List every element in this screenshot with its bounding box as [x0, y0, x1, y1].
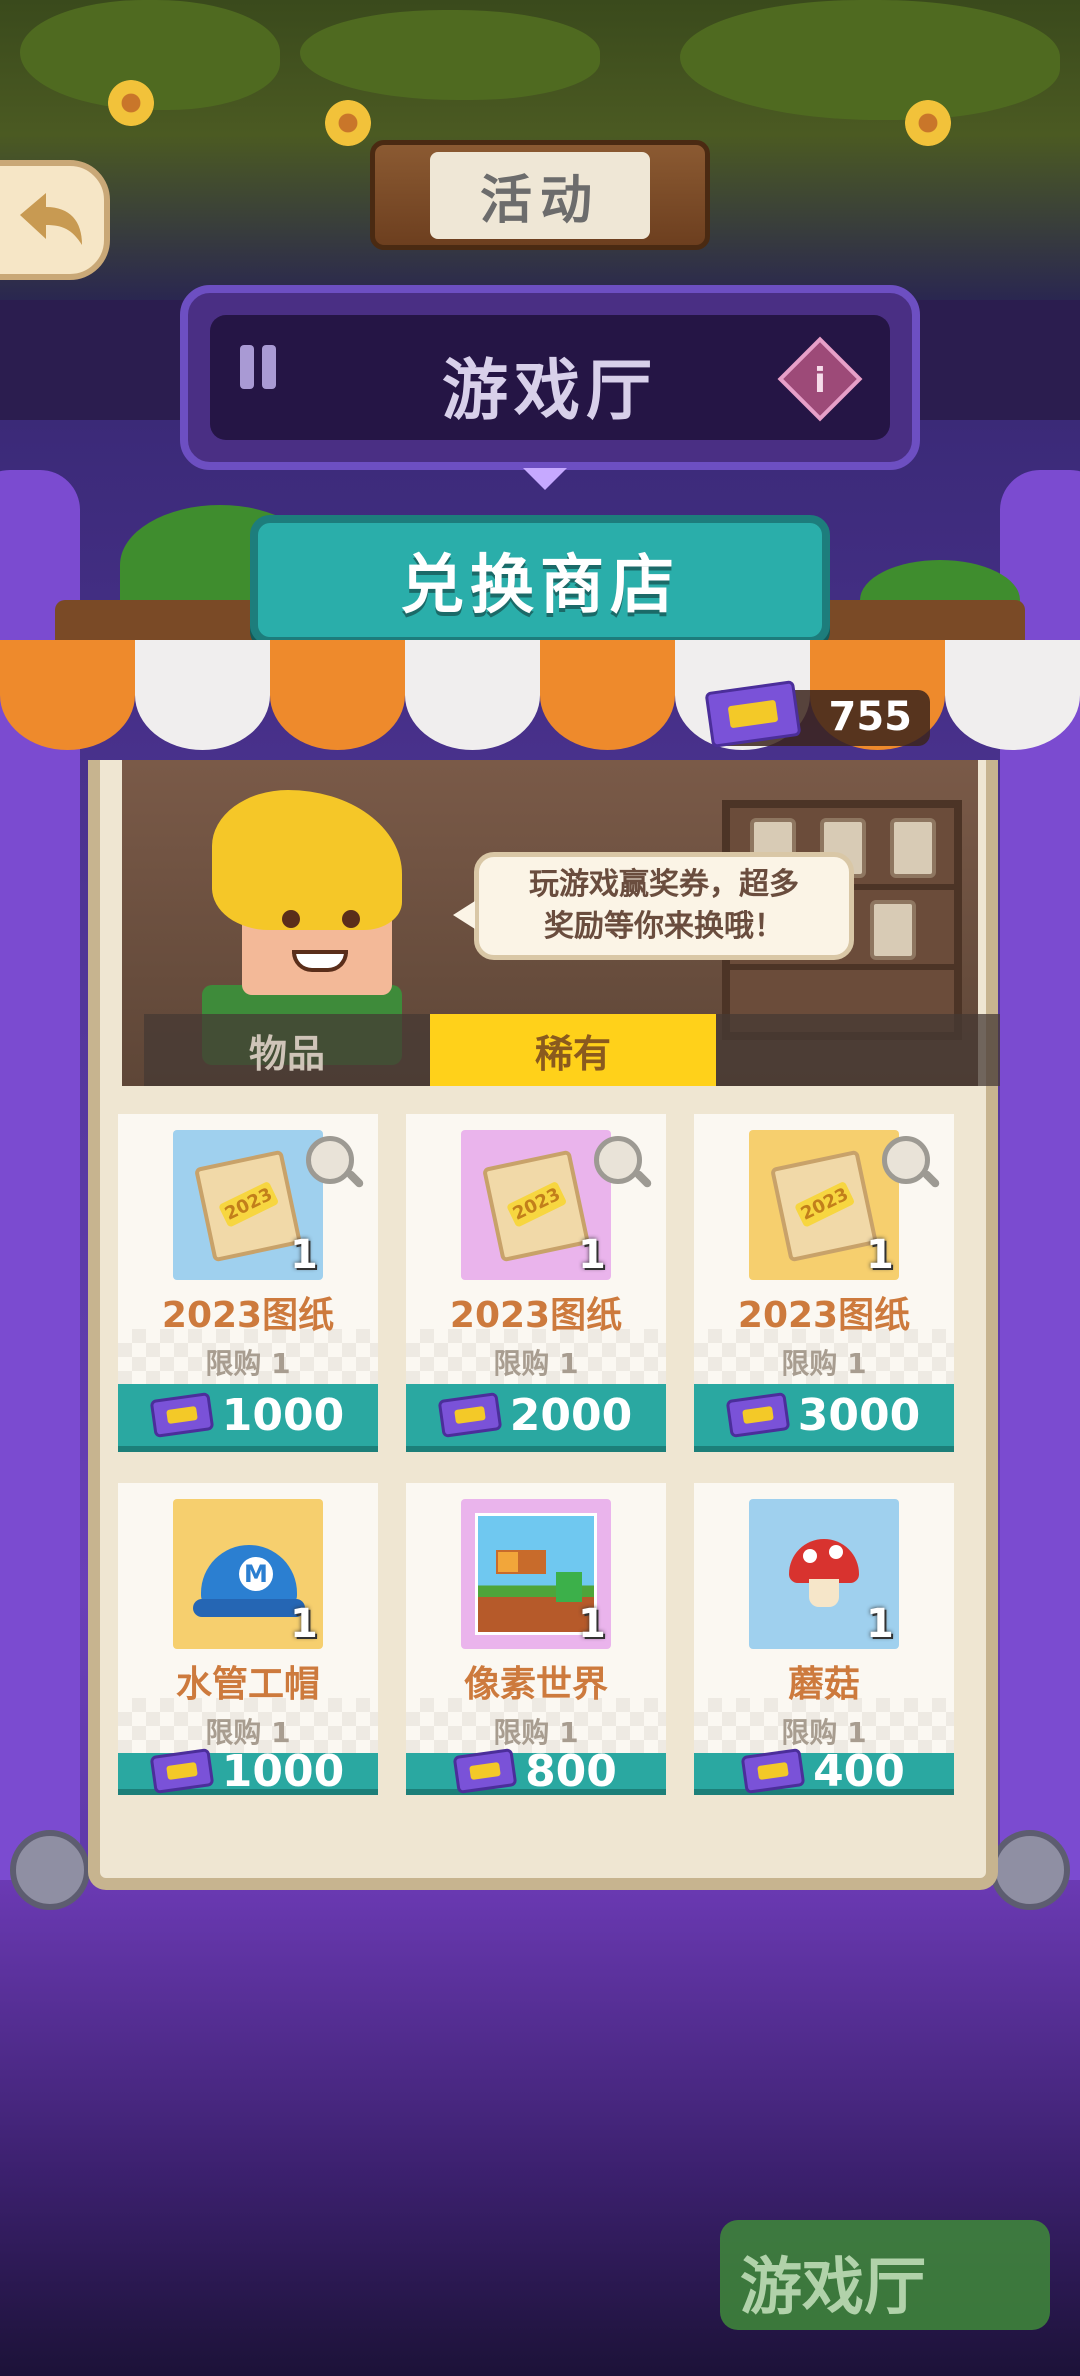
purchase-limit: 限购 1 — [205, 1347, 291, 1380]
item-quantity: 1 — [866, 1601, 894, 1647]
ticket-icon — [452, 1748, 518, 1794]
arcade-sign-text: 游戏厅 — [740, 2250, 927, 2323]
price-button[interactable]: 1000 — [118, 1384, 378, 1452]
magnify-icon[interactable] — [306, 1136, 354, 1184]
item-quantity: 1 — [866, 1232, 894, 1278]
price-button[interactable]: 2000 — [406, 1384, 666, 1452]
price-value: 3000 — [797, 1389, 921, 1441]
magnify-icon[interactable] — [594, 1136, 642, 1184]
ticket-icon — [437, 1392, 503, 1438]
blueprint-icon: 2023 — [770, 1149, 878, 1263]
price-value: 2000 — [509, 1389, 633, 1441]
game-hall-screen: 游戏厅 i — [210, 315, 890, 440]
shop-item-card[interactable]: 2023 1 2023图纸 限购 1 1000 — [118, 1114, 378, 1452]
price-button[interactable]: 800 — [406, 1746, 666, 1795]
price-button[interactable]: 400 — [694, 1746, 954, 1795]
chevron-down-icon — [523, 468, 567, 490]
ticket-balance: 755 — [704, 680, 930, 748]
price-value: 1000 — [221, 1389, 345, 1441]
item-name: 蘑菇 — [787, 1664, 860, 1705]
info-icon: i — [814, 361, 826, 401]
ticket-icon — [725, 1392, 791, 1438]
ticket-icon — [149, 1748, 215, 1794]
item-name: 水管工帽 — [175, 1664, 320, 1705]
ticket-balance-value: 755 — [828, 694, 913, 740]
shop-item-card[interactable]: M 1 水管工帽 限购 1 1000 — [118, 1483, 378, 1795]
item-quantity: 1 — [290, 1601, 318, 1647]
item-name: 2023图纸 — [449, 1295, 623, 1336]
item-quantity: 1 — [578, 1601, 606, 1647]
shop-item-card[interactable]: 2023 1 2023图纸 限购 1 3000 — [694, 1114, 954, 1452]
item-name: 2023图纸 — [737, 1295, 911, 1336]
item-quantity: 1 — [290, 1232, 318, 1278]
shop-item-card[interactable]: 1 像素世界 限购 1 800 — [406, 1483, 666, 1795]
game-hall-panel: 游戏厅 i — [180, 285, 920, 490]
knob-icon — [990, 1830, 1070, 1910]
item-name: 2023图纸 — [161, 1295, 335, 1336]
blueprint-icon: 2023 — [194, 1149, 302, 1263]
flower-icon — [325, 100, 371, 146]
shop-panel: 玩游戏赢奖券，超多 奖励等你来换哦！ 物品 稀有 2023 1 2023图纸 限… — [88, 760, 1000, 1890]
ticket-icon — [149, 1392, 215, 1438]
shop-title: 兑换商店 — [400, 549, 680, 623]
mushroom-icon — [789, 1539, 859, 1607]
ticket-icon — [740, 1748, 806, 1794]
speech-line-2: 奖励等你来换哦！ — [544, 909, 784, 944]
back-arrow-icon — [20, 193, 82, 245]
item-name: 像素世界 — [463, 1664, 608, 1705]
price-value: 1000 — [221, 1745, 345, 1796]
price-value: 400 — [813, 1745, 905, 1796]
plumber-cap-icon: M — [193, 1545, 305, 1617]
shop-banner: 玩游戏赢奖券，超多 奖励等你来换哦！ 物品 稀有 — [122, 760, 1000, 1086]
speech-line-1: 玩游戏赢奖券，超多 — [529, 867, 799, 902]
flower-icon — [108, 80, 154, 126]
category-tabs: 物品 稀有 — [144, 1014, 1000, 1086]
knob-icon — [10, 1830, 90, 1910]
magnify-icon[interactable] — [882, 1136, 930, 1184]
shop-item-card[interactable]: 1 蘑菇 限购 1 400 — [694, 1483, 954, 1795]
flower-icon — [905, 100, 951, 146]
purchase-limit: 限购 1 — [493, 1347, 579, 1380]
shop-item-card[interactable]: 2023 1 2023图纸 限购 1 2000 — [406, 1114, 666, 1452]
purchase-limit: 限购 1 — [781, 1347, 867, 1380]
price-button[interactable]: 3000 — [694, 1384, 954, 1452]
price-value: 800 — [525, 1745, 617, 1796]
shop-title-board: 兑换商店 — [250, 515, 830, 645]
tab-items[interactable]: 物品 — [144, 1014, 430, 1086]
item-quantity: 1 — [578, 1232, 606, 1278]
activity-label: 活动 — [429, 151, 650, 239]
price-button[interactable]: 1000 — [118, 1746, 378, 1795]
tab-rare[interactable]: 稀有 — [430, 1014, 716, 1086]
back-button[interactable] — [0, 160, 110, 280]
speech-bubble: 玩游戏赢奖券，超多 奖励等你来换哦！ — [453, 852, 854, 960]
blueprint-icon: 2023 — [482, 1149, 590, 1263]
activity-sign: 活动 — [370, 140, 710, 250]
ticket-icon — [704, 680, 802, 748]
